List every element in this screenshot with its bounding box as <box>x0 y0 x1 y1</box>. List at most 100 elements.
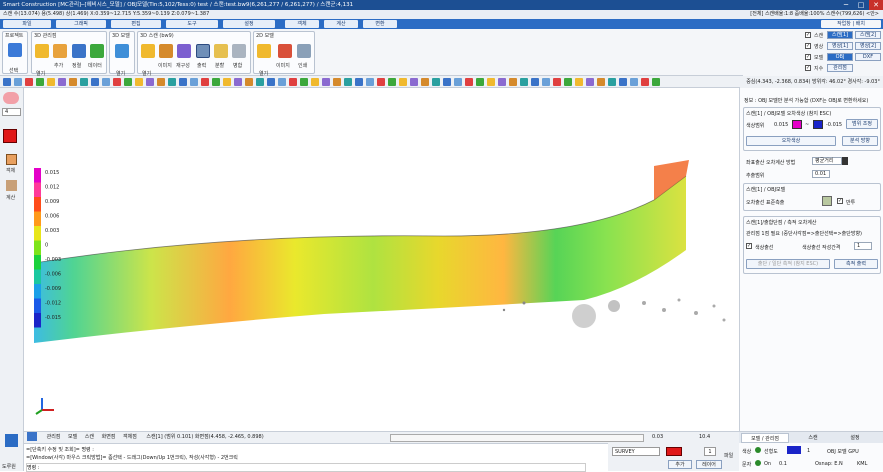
toolbar-icon[interactable] <box>168 78 176 86</box>
color-swatch-icon[interactable] <box>3 129 17 143</box>
toolbar-icon[interactable] <box>476 78 484 86</box>
toolbar-icon[interactable] <box>454 78 462 86</box>
image2-button[interactable]: 영상[2] <box>855 42 881 50</box>
toolbar-icon[interactable] <box>278 78 286 86</box>
output-icon[interactable] <box>196 44 210 58</box>
toolbar-icon[interactable] <box>47 78 55 86</box>
analysis-direction-button[interactable]: 분석 방향 <box>842 136 878 146</box>
error-color-button[interactable]: 오차색상 <box>746 136 836 146</box>
toolbar-icon[interactable] <box>146 78 154 86</box>
point-cloud-canvas[interactable]: 0.015 0.012 0.009 0.006 0.003 0 -0.003 -0.006 -0… <box>24 88 739 431</box>
toolbar-icon[interactable] <box>80 78 88 86</box>
toolbar-icon[interactable] <box>3 78 11 86</box>
minimize-button[interactable]: ─ <box>839 0 853 10</box>
point-value[interactable]: 1 <box>807 448 810 454</box>
toolbar-icon[interactable] <box>322 78 330 86</box>
cancel-measure-button[interactable]: 출단 / 일단 측적 (참지 ESC) <box>746 259 830 269</box>
toolbar-icon[interactable] <box>465 78 473 86</box>
close-button[interactable]: ✕ <box>869 0 883 10</box>
toolbar-icon[interactable] <box>410 78 418 86</box>
toolbar-icon[interactable] <box>564 78 572 86</box>
toolbar-icon[interactable] <box>157 78 165 86</box>
range-adjust-button[interactable]: 범위 조정 <box>846 119 878 129</box>
toolbar-icon[interactable] <box>201 78 209 86</box>
toolbar-icon[interactable] <box>597 78 605 86</box>
toolbar-icon[interactable] <box>630 78 638 86</box>
image-2d-icon[interactable] <box>278 44 292 58</box>
survey-select[interactable]: SURVEY <box>612 447 660 456</box>
data-android-icon[interactable] <box>90 44 104 58</box>
toolbar-icon[interactable] <box>333 78 341 86</box>
layer-button[interactable]: 레이어 <box>696 460 722 469</box>
print-icon[interactable] <box>297 44 311 58</box>
split-icon[interactable] <box>214 44 228 58</box>
toolbar-icon[interactable] <box>432 78 440 86</box>
scan2-button[interactable]: 스캔[2] <box>855 31 881 39</box>
osnap-button[interactable]: Osnap: E.N <box>815 461 843 467</box>
color-dot-icon[interactable] <box>755 447 761 453</box>
toolbar-icon[interactable] <box>344 78 352 86</box>
layer-number[interactable]: 1 <box>704 447 716 456</box>
toolbar-icon[interactable] <box>443 78 451 86</box>
toolbar-icon[interactable] <box>289 78 297 86</box>
snap-scan[interactable]: 스캔 <box>85 434 94 440</box>
toolbar-icon[interactable] <box>256 78 264 86</box>
toolbar-icon[interactable] <box>520 78 528 86</box>
toolbar-icon[interactable] <box>91 78 99 86</box>
toolbar-icon[interactable] <box>212 78 220 86</box>
open-model-icon[interactable] <box>115 44 129 58</box>
menu-convert[interactable]: 변환 <box>363 20 397 28</box>
control-point-button[interactable]: 관리점 <box>827 64 853 72</box>
menu-graphic[interactable]: 그래픽 <box>56 20 106 28</box>
merge-icon[interactable] <box>232 44 246 58</box>
grid-icon[interactable] <box>5 434 18 447</box>
toolbar-icon[interactable] <box>399 78 407 86</box>
toolbar-icon[interactable] <box>69 78 77 86</box>
scan1-button[interactable]: 스캔[1] <box>827 31 853 39</box>
toolbar-icon[interactable] <box>25 78 33 86</box>
point-color-swatch[interactable] <box>787 446 801 454</box>
obj-button[interactable]: OBJ <box>827 53 853 61</box>
toolbar-icon[interactable] <box>234 78 242 86</box>
toolbar-icon[interactable] <box>311 78 319 86</box>
layer-color-swatch[interactable] <box>666 447 682 456</box>
tab-settings[interactable]: 설정 <box>835 433 875 443</box>
kml-button[interactable]: KML <box>857 461 867 467</box>
open-folder-icon[interactable] <box>35 44 49 58</box>
toolbar-icon[interactable] <box>421 78 429 86</box>
rebuild-icon[interactable] <box>177 44 191 58</box>
add-layer-button[interactable]: 추가 <box>668 460 692 469</box>
dropdown-arrow-icon[interactable] <box>842 157 848 165</box>
home-icon[interactable] <box>27 432 37 441</box>
color-extract-checkbox[interactable]: ✓ <box>746 243 752 249</box>
toolbar-icon[interactable] <box>531 78 539 86</box>
workspace-menu[interactable]: 작업창 | 배치 <box>821 20 881 28</box>
tab-model-control[interactable]: 모델 / 관리점 <box>741 433 789 443</box>
select-tool-icon[interactable] <box>8 43 22 57</box>
range-max-swatch[interactable] <box>813 120 823 129</box>
error-line-icon[interactable] <box>822 196 832 206</box>
toolbar-icon[interactable] <box>498 78 506 86</box>
toolbar-icon[interactable] <box>58 78 66 86</box>
toolbar-icon[interactable] <box>300 78 308 86</box>
toolbar-icon[interactable] <box>267 78 275 86</box>
scan-checkbox[interactable]: ✓ <box>805 32 811 38</box>
calc-method-select[interactable]: 평균거리 <box>812 157 842 165</box>
snap-screen-point[interactable]: 화면점 <box>102 434 116 440</box>
menu-calc[interactable]: 계산 <box>324 20 358 28</box>
toolbar-icon[interactable] <box>377 78 385 86</box>
toolbar-icon[interactable] <box>355 78 363 86</box>
object-icon[interactable] <box>6 154 17 165</box>
toolbar-icon[interactable] <box>586 78 594 86</box>
toolbar-icon[interactable] <box>113 78 121 86</box>
toolbar-icon[interactable] <box>102 78 110 86</box>
extract-range-input[interactable]: 0.01 <box>812 170 830 178</box>
toolbar-icon[interactable] <box>179 78 187 86</box>
toolbar-icon[interactable] <box>124 78 132 86</box>
tab-scan[interactable]: 스캔 <box>793 433 833 443</box>
layer-dropdown[interactable]: 4 <box>2 108 21 116</box>
image1-button[interactable]: 영상[1] <box>827 42 853 50</box>
cloud-icon[interactable] <box>3 92 19 104</box>
toolbar-icon[interactable] <box>245 78 253 86</box>
zoom-field[interactable] <box>390 434 644 442</box>
